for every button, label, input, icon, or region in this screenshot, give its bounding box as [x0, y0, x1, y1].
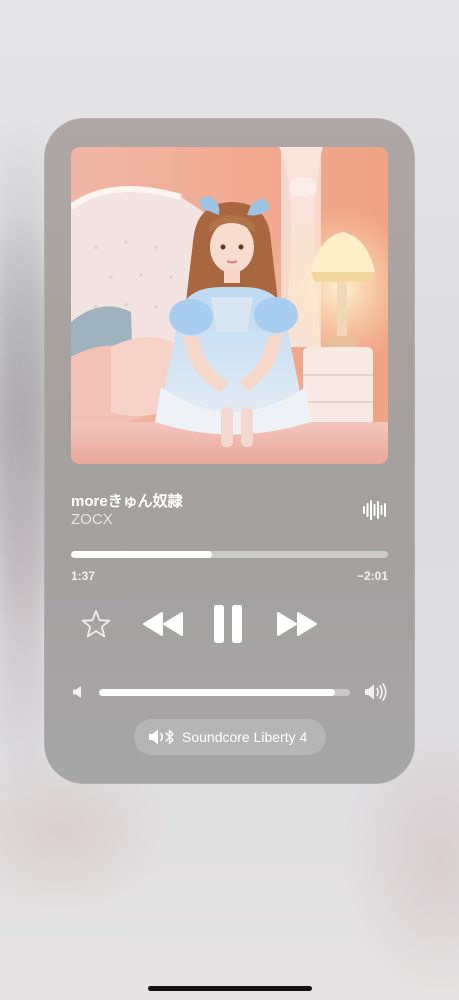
- playback-scrubber[interactable]: [71, 551, 388, 558]
- volume-slider[interactable]: [99, 689, 350, 696]
- background-blur: [0, 120, 44, 785]
- playback-progress-fill: [71, 551, 213, 558]
- bluetooth-speaker-icon: [149, 729, 174, 745]
- rewind-icon: [143, 612, 183, 636]
- elapsed-time: 1:37: [71, 569, 96, 583]
- volume-low-indicator: [71, 684, 85, 700]
- now-playing-card: moreきゅん奴隷 ZOCX 1:37 −2:01 Soundcore Libe…: [44, 118, 415, 784]
- star-icon: [81, 610, 111, 638]
- volume-level-fill: [99, 689, 335, 696]
- pause-icon: [214, 605, 242, 643]
- favorite-button[interactable]: [79, 607, 113, 641]
- speaker-low-icon: [73, 686, 81, 698]
- pause-button[interactable]: [210, 602, 246, 646]
- track-title: moreきゅん奴隷: [71, 493, 183, 510]
- rewind-button[interactable]: [139, 606, 187, 642]
- volume-high-indicator: [364, 683, 388, 701]
- audio-output-device-name: Soundcore Liberty 4: [182, 729, 308, 745]
- album-artwork-image: [71, 147, 388, 464]
- fast-forward-button[interactable]: [273, 606, 321, 642]
- audio-waveform-icon: [363, 498, 387, 522]
- album-artwork[interactable]: [71, 147, 388, 464]
- track-artist[interactable]: ZOCX: [71, 511, 113, 528]
- home-indicator[interactable]: [148, 986, 312, 991]
- speaker-high-icon: [365, 683, 387, 701]
- audio-output-button[interactable]: Soundcore Liberty 4: [134, 719, 326, 755]
- fast-forward-icon: [277, 612, 317, 636]
- remaining-time: −2:01: [356, 569, 388, 583]
